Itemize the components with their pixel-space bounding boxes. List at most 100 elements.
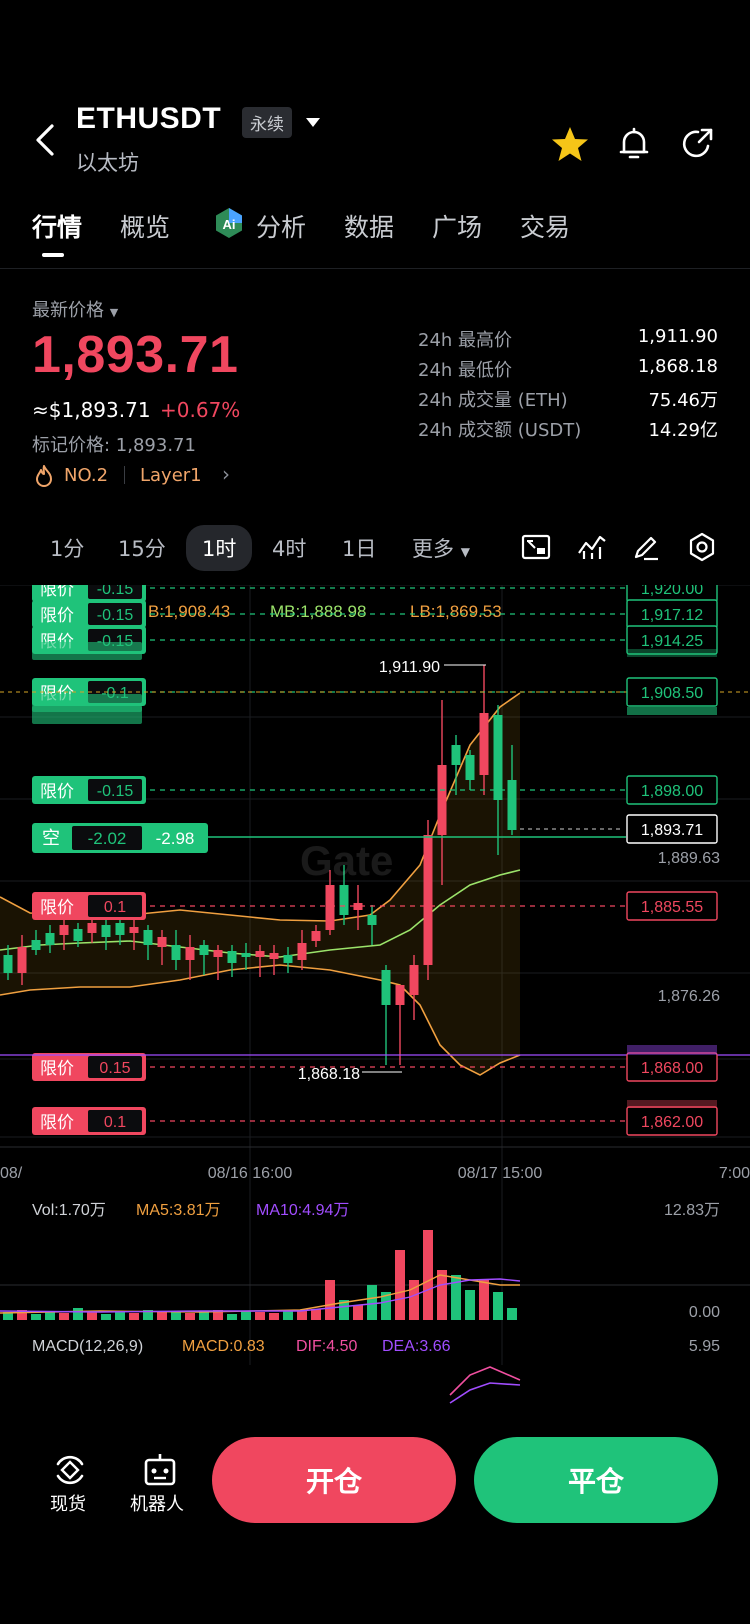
- latest-price-label[interactable]: 最新价格 ▼: [32, 296, 118, 322]
- volume-bar: [325, 1280, 335, 1320]
- candle-body: [3, 955, 13, 973]
- macd-dea-line: [449, 1382, 521, 1404]
- tab-data[interactable]: 数据: [344, 208, 394, 244]
- star-icon[interactable]: [550, 124, 590, 164]
- share-icon[interactable]: [678, 124, 718, 164]
- stat-high-label: 24h 最高价: [418, 330, 513, 351]
- coin-name: 以太坊: [76, 151, 139, 175]
- candle-body: [451, 745, 461, 765]
- volume-bar: [269, 1313, 279, 1320]
- candle-body: [297, 943, 307, 960]
- candle-body: [437, 765, 447, 835]
- volume-bar: [129, 1313, 139, 1320]
- boll-ub-label: B:1,908.43: [148, 602, 230, 621]
- close-position-button[interactable]: 平仓: [474, 1437, 718, 1523]
- order-size-label: -0.15: [97, 607, 134, 624]
- draw-icon[interactable]: [630, 531, 662, 563]
- price-tag-stacked: [627, 649, 717, 657]
- candle-body: [199, 945, 209, 955]
- rank-divider: [124, 466, 125, 484]
- candle-body: [325, 885, 335, 930]
- volume-bar: [199, 1312, 209, 1320]
- price-tag-stacked: [627, 1100, 717, 1108]
- candle-body: [241, 953, 251, 957]
- candle-body: [395, 985, 405, 1005]
- tab-analysis[interactable]: 分析: [256, 208, 306, 244]
- candle-body: [31, 940, 41, 950]
- ai-icon[interactable]: Ai: [212, 206, 246, 240]
- volume-bar: [507, 1308, 517, 1320]
- indicator-icon[interactable]: [576, 531, 608, 563]
- volume-bar: [59, 1313, 69, 1320]
- volume-bar: [73, 1308, 83, 1320]
- price-tag-value: 1,898.00: [641, 783, 703, 800]
- order-size-label: 0.1: [104, 1114, 126, 1131]
- sector-link[interactable]: Layer1: [140, 465, 202, 486]
- svg-text:Ai: Ai: [223, 217, 236, 232]
- volume-bar: [227, 1314, 237, 1320]
- tf-1h[interactable]: 1时: [186, 525, 253, 571]
- price-tag-value: 1,917.12: [641, 607, 703, 624]
- volume-bar: [101, 1314, 111, 1320]
- kline-chart[interactable]: 1,911.90 1,868.18 Gate B:1,908.43 MB:1,888.9…: [0, 585, 750, 1405]
- fullscreen-icon[interactable]: [520, 531, 552, 563]
- symbol-title[interactable]: ETHUSDT: [76, 102, 221, 136]
- volume-bar: [87, 1312, 97, 1320]
- tab-overview[interactable]: 概览: [120, 208, 170, 244]
- tab-square[interactable]: 广场: [432, 208, 482, 244]
- stat-low-label: 24h 最低价: [418, 360, 513, 381]
- robot-label[interactable]: 机器人: [130, 1490, 184, 1516]
- volume-bar: [367, 1285, 377, 1320]
- candle-body: [409, 965, 419, 995]
- open-position-button[interactable]: 开仓: [212, 1437, 456, 1523]
- symbol-dropdown-icon[interactable]: [306, 118, 320, 127]
- candle-body: [213, 950, 223, 957]
- vol-zero-label: 0.00: [689, 1304, 720, 1321]
- boll-lb-label: LB:1,869.53: [410, 602, 502, 621]
- candle-body: [115, 923, 125, 935]
- spot-label[interactable]: 现货: [50, 1490, 86, 1516]
- axis-price-label: 1,889.63: [658, 850, 720, 867]
- price-tag-value: 1,868.00: [641, 1060, 703, 1077]
- candle-body: [493, 715, 503, 800]
- tab-trade[interactable]: 交易: [520, 208, 570, 244]
- volume-bar: [493, 1292, 503, 1320]
- tf-more[interactable]: 更多 ▼: [412, 533, 470, 563]
- stat-turnover-label: 24h 成交额 (USDT): [418, 420, 582, 441]
- candle-body: [129, 927, 139, 933]
- chevron-right-icon[interactable]: ›: [222, 462, 230, 486]
- usd-approx: ≈$1,893.71: [32, 398, 151, 422]
- settings-icon[interactable]: [686, 531, 718, 563]
- tf-1m[interactable]: 1分: [50, 533, 84, 563]
- tf-4h[interactable]: 4时: [272, 533, 306, 563]
- price-tag-value: 1,920.00: [641, 585, 703, 598]
- low-price-label: 1,868.18: [298, 1066, 360, 1083]
- robot-icon[interactable]: [140, 1450, 180, 1490]
- back-icon[interactable]: [30, 120, 62, 160]
- candle-body: [45, 933, 55, 945]
- macd-dif: DIF:4.50: [296, 1338, 357, 1355]
- axis-price-label: 1,876.26: [658, 988, 720, 1005]
- boll-mb-label: MB:1,888.98: [270, 602, 366, 621]
- tf-15m[interactable]: 15分: [118, 533, 166, 563]
- candle-body: [171, 945, 181, 960]
- tf-1d[interactable]: 1日: [342, 533, 376, 563]
- order-tag-stacked: [32, 642, 142, 660]
- vol-ma10-label: MA10:4.94万: [256, 1202, 349, 1219]
- fire-icon: [36, 465, 52, 487]
- bell-icon[interactable]: [614, 124, 654, 164]
- tab-market[interactable]: 行情: [32, 208, 82, 244]
- candle-body: [339, 885, 349, 915]
- volume-bar: [185, 1313, 195, 1320]
- order-type-label: 限价: [40, 1059, 74, 1078]
- volume-bar: [283, 1311, 293, 1320]
- volume-bar: [157, 1312, 167, 1320]
- stat-low-value: 1,868.18: [637, 356, 718, 377]
- candle-body: [59, 925, 69, 935]
- order-type-label: 限价: [40, 898, 74, 917]
- order-type-label: 限价: [40, 1113, 74, 1132]
- last-price: 1,893.71: [32, 326, 239, 384]
- candle-body: [185, 947, 195, 960]
- volume-bar: [353, 1305, 363, 1320]
- spot-icon[interactable]: [50, 1450, 90, 1490]
